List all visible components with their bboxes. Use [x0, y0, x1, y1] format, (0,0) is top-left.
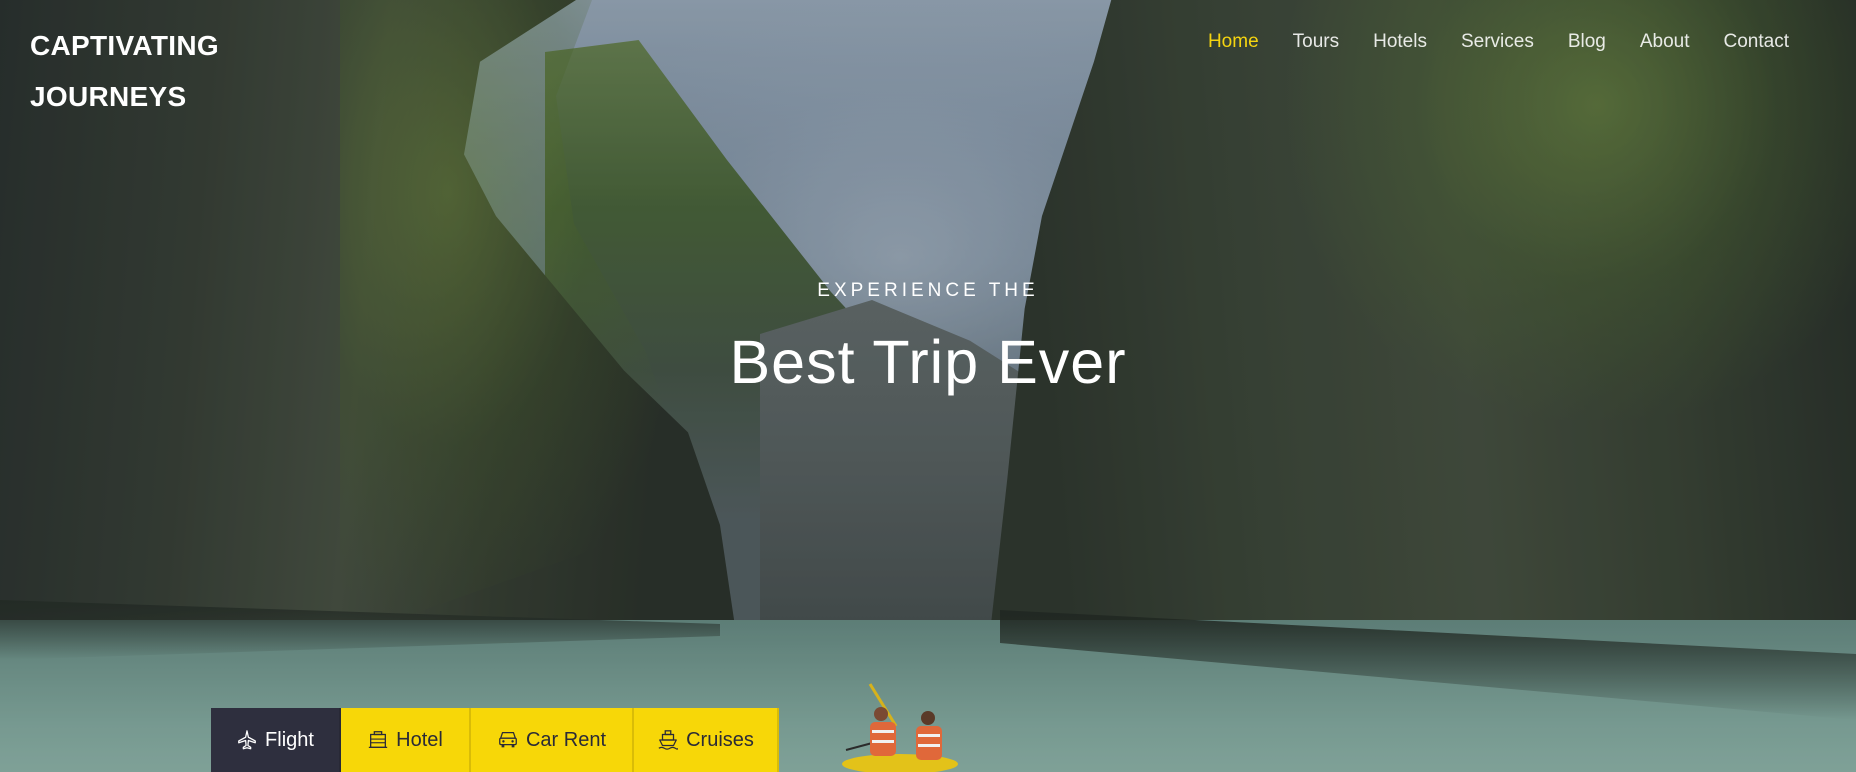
ship-icon — [657, 729, 679, 751]
brand-line-2: JOURNEYS — [30, 81, 187, 112]
nav-item-tours[interactable]: Tours — [1276, 28, 1356, 56]
nav-item-home[interactable]: Home — [1191, 28, 1276, 56]
hero-title: Best Trip Ever — [729, 328, 1127, 396]
tab-cruises[interactable]: Cruises — [634, 708, 779, 772]
nav-item-blog[interactable]: Blog — [1551, 28, 1623, 56]
tab-flight[interactable]: Flight — [211, 708, 341, 772]
tab-flight-label: Flight — [265, 728, 314, 751]
kayak-illustration — [842, 683, 958, 772]
tab-car-rent[interactable]: Car Rent — [471, 708, 634, 772]
brand-logo[interactable]: CAPTIVATING JOURNEYS — [30, 20, 290, 122]
nav-item-hotels[interactable]: Hotels — [1356, 28, 1444, 56]
nav-item-services[interactable]: Services — [1444, 28, 1551, 56]
hero-subtitle: EXPERIENCE THE — [817, 280, 1039, 301]
tab-hotel[interactable]: Hotel — [341, 708, 471, 772]
car-icon — [497, 729, 519, 751]
tab-hotel-label: Hotel — [396, 728, 443, 751]
brand-line-1: CAPTIVATING — [30, 30, 219, 61]
plane-icon — [236, 729, 258, 751]
hotel-icon — [367, 729, 389, 751]
tab-cruises-label: Cruises — [686, 728, 754, 751]
tab-car-rent-label: Car Rent — [525, 728, 607, 751]
booking-tabs: Flight Hotel Car Rent Cruises — [211, 708, 779, 772]
nav-item-about[interactable]: About — [1623, 28, 1707, 56]
main-nav: Home Tours Hotels Services Blog About Co… — [1191, 28, 1806, 56]
nav-item-contact[interactable]: Contact — [1707, 28, 1806, 56]
